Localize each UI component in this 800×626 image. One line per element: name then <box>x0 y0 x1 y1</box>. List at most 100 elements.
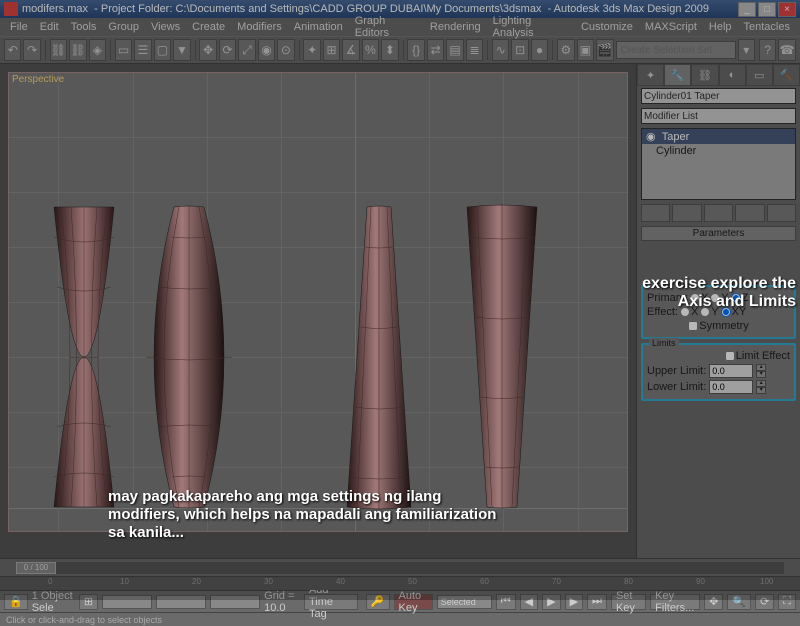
scale-button[interactable]: ⤢ <box>238 39 255 61</box>
stack-item-cylinder[interactable]: Cylinder <box>642 144 795 158</box>
symmetry-checkbox[interactable] <box>688 321 698 331</box>
create-tab[interactable]: ✦ <box>637 64 664 86</box>
spinner-snap-button[interactable]: ⬍ <box>381 39 398 61</box>
configure-button[interactable] <box>767 204 796 222</box>
stack-item-taper[interactable]: ◉ Taper <box>642 129 795 144</box>
move-button[interactable]: ✥ <box>199 39 216 61</box>
lower-spin-down[interactable]: ▾ <box>756 387 766 394</box>
play-button[interactable]: ▶ <box>542 594 560 610</box>
menu-modifiers[interactable]: Modifiers <box>231 21 288 33</box>
center-button[interactable]: ⊙ <box>277 39 294 61</box>
menu-create[interactable]: Create <box>186 21 231 33</box>
abs-rel-button[interactable]: ⊞ <box>79 594 98 610</box>
upper-limit-input[interactable] <box>709 364 753 378</box>
close-button[interactable]: × <box>778 2 796 17</box>
goto-end-button[interactable]: ⏭ <box>587 594 607 610</box>
remove-mod-button[interactable] <box>735 204 764 222</box>
mirror-button[interactable]: ⇄ <box>427 39 444 61</box>
menu-group[interactable]: Group <box>102 21 145 33</box>
keymode-dropdown[interactable] <box>437 595 492 609</box>
key-icon[interactable]: 🔑 <box>366 594 390 610</box>
menu-customize[interactable]: Customize <box>575 21 639 33</box>
menu-maxscript[interactable]: MAXScript <box>639 21 703 33</box>
menu-tools[interactable]: Tools <box>65 21 103 33</box>
addtimetag-button[interactable]: Add Time Tag <box>304 594 358 610</box>
menu-help[interactable]: Help <box>703 21 738 33</box>
perspective-viewport[interactable] <box>8 72 628 532</box>
link-button[interactable]: ⛓ <box>50 39 67 61</box>
z-input[interactable] <box>210 595 260 609</box>
limit-effect-checkbox[interactable] <box>725 351 735 361</box>
help-icon[interactable]: ? <box>759 39 776 61</box>
time-slider[interactable]: 0 / 100 <box>0 558 800 576</box>
modify-tab[interactable]: 🔧 <box>664 64 691 86</box>
object-name-input[interactable] <box>641 88 796 104</box>
bind-button[interactable]: ◈ <box>89 39 106 61</box>
refcoord-button[interactable]: ◉ <box>258 39 275 61</box>
x-input[interactable] <box>102 595 152 609</box>
manip-button[interactable]: ✦ <box>303 39 320 61</box>
maximize-button[interactable]: □ <box>758 2 776 17</box>
select-name-button[interactable]: ☰ <box>134 39 151 61</box>
named-sets-button[interactable]: {} <box>407 39 424 61</box>
menu-grapheditors[interactable]: Graph Editors <box>349 15 424 39</box>
y-input[interactable] <box>156 595 206 609</box>
layers-button[interactable]: ≣ <box>466 39 483 61</box>
align-button[interactable]: ▤ <box>446 39 463 61</box>
nav-orbit-button[interactable]: ⟳ <box>755 594 774 610</box>
hierarchy-tab[interactable]: ⛓ <box>691 64 718 86</box>
next-frame-button[interactable]: ▶ <box>565 594 583 610</box>
render-setup-button[interactable]: ⚙ <box>557 39 574 61</box>
lower-spin-up[interactable]: ▴ <box>756 380 766 387</box>
time-thumb[interactable]: 0 / 100 <box>16 562 56 574</box>
modifier-stack[interactable]: ◉ Taper Cylinder <box>641 128 796 200</box>
menu-file[interactable]: File <box>4 21 34 33</box>
menu-animation[interactable]: Animation <box>288 21 349 33</box>
sel-lock-button[interactable]: 🔒 <box>4 594 28 610</box>
percent-snap-button[interactable]: % <box>362 39 379 61</box>
upper-spin-up[interactable]: ▴ <box>756 364 766 371</box>
menu-views[interactable]: Views <box>145 21 186 33</box>
angle-snap-button[interactable]: ∡ <box>342 39 359 61</box>
goto-start-button[interactable]: ⏮ <box>496 594 516 610</box>
nav-zoom-button[interactable]: 🔍 <box>727 594 751 610</box>
menu-lighting[interactable]: Lighting Analysis <box>487 15 575 39</box>
selection-set-input[interactable] <box>616 41 736 59</box>
render-button[interactable]: 🎬 <box>596 39 613 61</box>
undo-button[interactable]: ↶ <box>4 39 21 61</box>
nav-pan-button[interactable]: ✥ <box>704 594 723 610</box>
upper-spin-down[interactable]: ▾ <box>756 371 766 378</box>
setkey-button[interactable]: Set Key <box>611 594 646 610</box>
schematic-button[interactable]: ⊡ <box>511 39 528 61</box>
redo-button[interactable]: ↷ <box>23 39 40 61</box>
pin-stack-button[interactable] <box>641 204 670 222</box>
nav-max-button[interactable]: ⛶ <box>778 594 796 610</box>
lower-limit-input[interactable] <box>709 380 753 394</box>
prev-frame-button[interactable]: ◀ <box>520 594 538 610</box>
utilities-tab[interactable]: 🔨 <box>773 64 800 86</box>
menu-edit[interactable]: Edit <box>34 21 65 33</box>
display-tab[interactable]: ▭ <box>746 64 773 86</box>
modifier-list-dropdown[interactable] <box>641 108 796 124</box>
show-end-button[interactable] <box>672 204 701 222</box>
snap-button[interactable]: ⊞ <box>323 39 340 61</box>
selset-drop-button[interactable]: ▾ <box>738 39 755 61</box>
rollout-parameters[interactable]: Parameters <box>641 226 796 241</box>
autokey-button[interactable]: Auto Key <box>394 594 433 610</box>
unique-button[interactable] <box>704 204 733 222</box>
material-button[interactable]: ● <box>531 39 548 61</box>
trackbar[interactable]: 0 10 20 30 40 50 60 70 80 90 100 <box>0 576 800 590</box>
unlink-button[interactable]: ⛓ <box>69 39 86 61</box>
minimize-button[interactable]: _ <box>738 2 756 17</box>
menu-rendering[interactable]: Rendering <box>424 21 487 33</box>
curve-editor-button[interactable]: ∿ <box>492 39 509 61</box>
select-region-button[interactable]: ▢ <box>154 39 171 61</box>
select-button[interactable]: ▭ <box>115 39 132 61</box>
rotate-button[interactable]: ⟳ <box>219 39 236 61</box>
comm-icon[interactable]: ☎ <box>778 39 795 61</box>
motion-tab[interactable]: ◐ <box>719 64 746 86</box>
keyfilters-button[interactable]: Key Filters... <box>650 594 700 610</box>
menu-tentacles[interactable]: Tentacles <box>738 21 796 33</box>
render-frame-button[interactable]: ▣ <box>577 39 594 61</box>
filter-button[interactable]: ▼ <box>173 39 190 61</box>
